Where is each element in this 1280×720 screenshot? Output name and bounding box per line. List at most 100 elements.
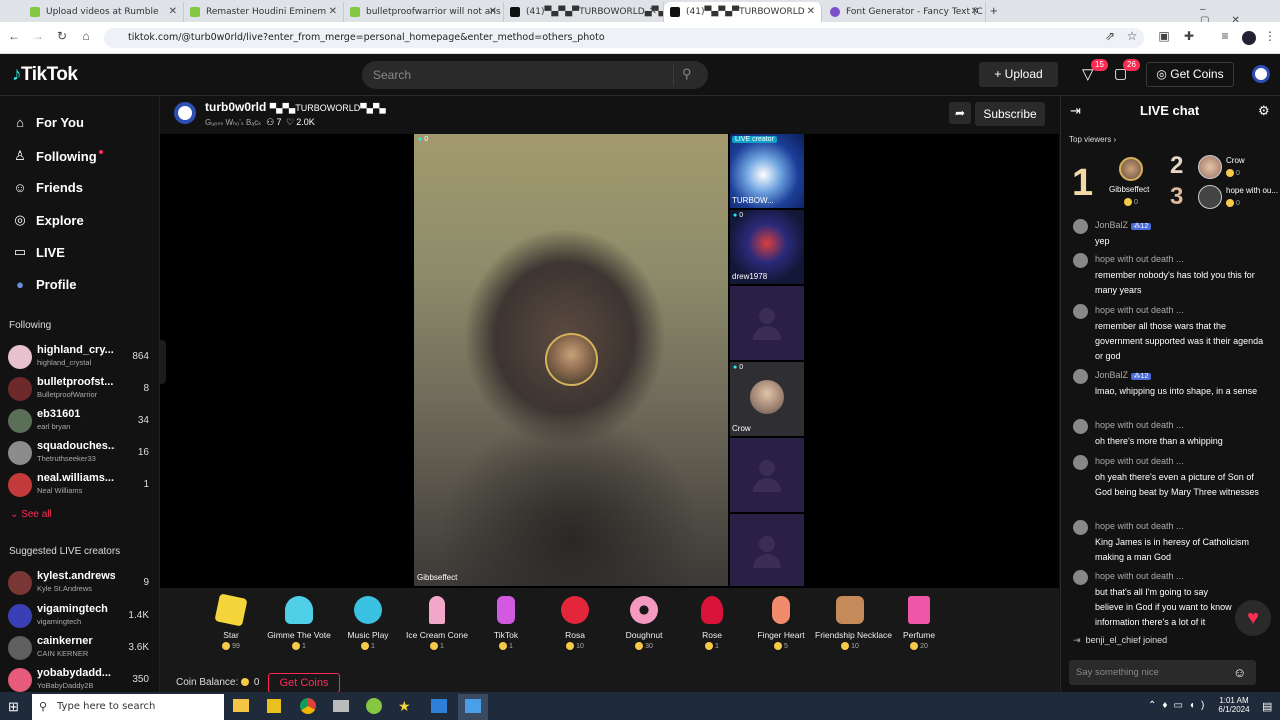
following-account[interactable]: highland_cry... highland_crystal 864 — [8, 342, 153, 372]
nav-explore[interactable]: ◎ Explore — [12, 212, 83, 228]
sticky-notes-icon[interactable] — [267, 699, 281, 713]
user-avatar[interactable] — [1252, 65, 1270, 83]
suggested-account[interactable]: cainkerner CAIN KERNER 3.6K — [8, 633, 153, 663]
reload-icon[interactable]: ↻ — [54, 29, 70, 43]
nav-live[interactable]: ▭ LIVE — [12, 244, 65, 260]
close-icon[interactable]: ✕ — [329, 6, 337, 17]
chat-message[interactable]: JonBalZ ⁂12 yep — [1073, 219, 1268, 249]
gift-tiktok[interactable]: TikTok 1 — [471, 596, 541, 650]
empty-guest-slot[interactable] — [730, 286, 804, 360]
host-name[interactable]: turb0w0rld ▀▄▀▄TURBOWORLD▀▄▀▄ — [205, 100, 386, 114]
collapse-chat-icon[interactable]: ⇥ — [1070, 103, 1081, 119]
url-field[interactable]: tiktok.com/@turb0w0rld/live?enter_from_m… — [104, 28, 1144, 48]
like-heart-button[interactable]: ♥ — [1235, 600, 1271, 636]
following-account[interactable]: neal.williams... Neal Williams 1 — [8, 470, 153, 500]
nav-following[interactable]: ♙ Following — [12, 148, 103, 164]
following-account[interactable]: eb31601 earl bryan 34 — [8, 406, 153, 436]
star-app-icon[interactable]: ★ — [398, 698, 411, 715]
chat-message[interactable]: hope with out death ... King James is in … — [1073, 520, 1268, 566]
chat-message[interactable]: hope with out death ... remember nobody's… — [1073, 253, 1268, 299]
top-viewers-link[interactable]: Top viewers › — [1069, 135, 1116, 144]
app-icon[interactable] — [333, 700, 349, 712]
gift-finger-heart[interactable]: Finger Heart 5 — [746, 596, 816, 650]
browser-tab[interactable]: bulletproofwarrior will not ans ✕ — [344, 2, 504, 22]
empty-guest-slot[interactable] — [730, 514, 804, 586]
following-account[interactable]: squadouches... Thetruthseeker33 16 — [8, 438, 153, 468]
top-viewer-avatar[interactable] — [1119, 157, 1143, 181]
gift-star[interactable]: Star 99 — [196, 593, 266, 650]
gift-music-play[interactable]: Music Play 1 — [333, 596, 403, 650]
browser-tab[interactable]: Remaster Houdini Eminem ✕ — [184, 2, 344, 22]
chat-message[interactable]: JonBalZ ⁂12 lmao, whipping us into shape,… — [1073, 369, 1268, 415]
get-coins-button[interactable]: ◎ Get Coins — [1146, 62, 1234, 87]
media-player-icon[interactable] — [431, 699, 447, 713]
clock[interactable]: 1:01 AM 6/1/2024 — [1212, 696, 1256, 714]
see-all-link[interactable]: ⌄ See all — [10, 509, 52, 520]
nav-profile[interactable]: ● Profile — [12, 277, 76, 292]
forward-icon[interactable]: → — [30, 29, 46, 43]
active-app-highlight[interactable] — [458, 694, 488, 720]
guest-tile[interactable]: LIVE creator TURBOW... — [730, 134, 804, 208]
tiktok-logo[interactable]: ♪TikTok — [12, 64, 78, 86]
new-tab-button[interactable]: + — [990, 3, 998, 18]
suggested-account[interactable]: vigamingtech vigamingtech 1.4K — [8, 601, 153, 631]
get-coins-button-bottom[interactable]: Get Coins — [268, 673, 340, 693]
gift-rosa[interactable]: Rosa 10 — [540, 596, 610, 650]
avatar — [1073, 455, 1088, 470]
chat-message[interactable]: hope with out death ... remember all thos… — [1073, 304, 1268, 366]
close-icon[interactable]: ✕ — [169, 6, 177, 17]
gift-friendship-necklace[interactable]: Friendship Necklace 10 — [815, 596, 892, 650]
search-icon[interactable]: ⚲ — [682, 66, 692, 82]
gift-perfume[interactable]: Perfume 20 — [884, 596, 954, 650]
close-icon[interactable]: ✕ — [489, 6, 497, 17]
suggested-account[interactable]: kylest.andrews Kyle St.Andrews 9 — [8, 568, 153, 598]
reading-list-icon[interactable]: ≡ — [1217, 29, 1233, 43]
subscribe-button[interactable]: Subscribe — [975, 102, 1045, 126]
menu-icon[interactable]: ⋮ — [1262, 29, 1278, 43]
close-icon[interactable]: ✕ — [649, 6, 657, 17]
collapse-handle[interactable] — [160, 340, 166, 384]
taskbar-search-input[interactable]: Type here to search — [32, 694, 224, 720]
chat-input[interactable]: Say something nice — [1069, 660, 1256, 685]
empty-guest-slot[interactable] — [730, 438, 804, 512]
gift-gimme-the-vote[interactable]: Gimme The Vote 1 — [264, 596, 334, 650]
browser-tab[interactable]: (41)▀▄▀▄▀TURBOWORLD▄▀▄ ✕ — [504, 2, 664, 22]
browser-tab[interactable]: Upload videos at Rumble ✕ — [24, 2, 184, 22]
gear-icon[interactable]: ⚙ — [1258, 103, 1270, 119]
notifications-icon[interactable]: ▤ — [1262, 700, 1272, 713]
chat-message[interactable]: hope with out death ... oh yeah there's e… — [1073, 455, 1268, 517]
rumble-app-icon[interactable] — [366, 698, 382, 714]
browser-tab[interactable]: Font Generator - Fancy Text (C ✕ — [824, 2, 986, 22]
puzzle-icon[interactable]: ✚ — [1181, 29, 1197, 43]
system-tray-icons[interactable]: ⌃♦▭◖) — [1148, 700, 1210, 711]
top-viewer-avatar[interactable] — [1198, 155, 1222, 179]
extension-icon[interactable]: ▣ — [1156, 29, 1172, 43]
gift-ice-cream-cone[interactable]: Ice Cream Cone 1 — [402, 596, 472, 650]
gift-rose[interactable]: Rose 1 — [677, 596, 747, 650]
gift-doughnut[interactable]: Doughnut 30 — [609, 596, 679, 650]
upload-button[interactable]: + Upload — [979, 62, 1058, 87]
following-account[interactable]: bulletproofst... BulletproofWarrior 8 — [8, 374, 153, 404]
file-explorer-icon[interactable] — [233, 699, 249, 712]
suggested-account[interactable]: yobabydadd... YoBabyDaddy2B 350 — [8, 665, 153, 695]
chat-message[interactable]: hope with out death ... oh there's more t… — [1073, 419, 1268, 451]
search-input[interactable]: Search — [362, 61, 708, 89]
browser-tab-active[interactable]: (41)▀▄▀▄▀TURBOWORLD ✕ — [664, 2, 822, 22]
nav-for-you[interactable]: ⌂ For You — [12, 115, 84, 130]
close-icon[interactable]: ✕ — [971, 6, 979, 17]
chrome-icon[interactable] — [300, 698, 316, 714]
profile-avatar[interactable] — [1242, 31, 1256, 45]
windows-start-icon[interactable]: ⊞ — [8, 699, 19, 715]
guest-tile[interactable]: ● 0 Crow — [730, 362, 804, 436]
nav-friends[interactable]: ☺ Friends — [12, 180, 83, 195]
share-icon[interactable]: ➦ — [949, 102, 971, 124]
home-icon[interactable]: ⌂ — [78, 29, 94, 43]
back-icon[interactable]: ← — [6, 29, 22, 43]
emoji-icon[interactable]: ☺ — [1233, 665, 1246, 680]
bookmark-star-icon[interactable]: ☆ — [1124, 29, 1140, 43]
host-avatar[interactable] — [174, 102, 196, 124]
open-external-icon[interactable]: ⇗ — [1102, 29, 1118, 43]
top-viewer-avatar[interactable] — [1198, 185, 1222, 209]
close-icon[interactable]: ✕ — [807, 6, 815, 17]
guest-tile[interactable]: ● 0 drew1978 — [730, 210, 804, 284]
